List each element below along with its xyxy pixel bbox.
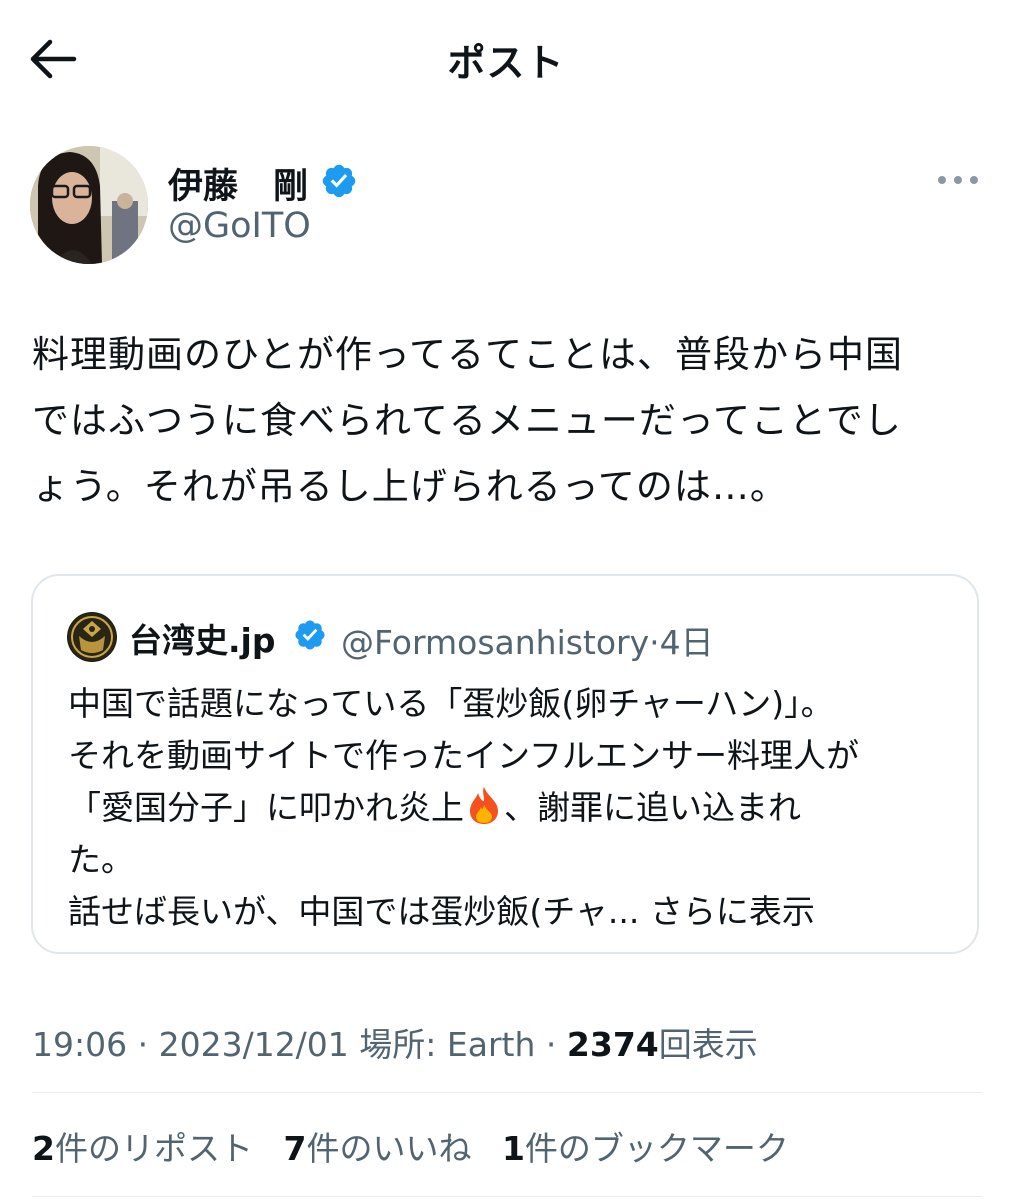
bookmarks-count: 1 <box>501 1129 525 1168</box>
post-text-line: 料理動画のひとが作ってるてことは、普段から中国 <box>32 333 904 376</box>
post-author: 伊藤 剛 @GoITO <box>0 140 1012 270</box>
author-name[interactable]: 伊藤 剛 <box>168 158 308 209</box>
post-text-line: ょう。それが吊るし上げられるってのは…。 <box>32 465 788 508</box>
more-horizontal-icon[interactable] <box>936 170 980 190</box>
quoted-text-line: 話せば長いが、中国では蛋炒飯(チャ... さらに表示 <box>68 886 948 938</box>
post-time[interactable]: 19:06 <box>32 1025 127 1064</box>
post-meta: 19:06 · 2023/12/01 場所: Earth · 2374回表示 <box>32 1018 758 1066</box>
verified-badge-icon <box>295 620 325 650</box>
reposts-count: 2 <box>32 1129 55 1168</box>
top-bar: ポスト <box>0 0 1012 118</box>
likes-count: 7 <box>283 1129 307 1168</box>
likes-stat[interactable]: 7件のいいね <box>283 1129 471 1168</box>
post-text-line: ではふつうに食べられてるメニューだってことでし <box>32 399 902 442</box>
show-more-link[interactable]: さらに表示 <box>650 892 815 931</box>
view-count-label: 回表示 <box>658 1025 758 1064</box>
quoted-text-line: た。 <box>68 840 134 879</box>
divider <box>32 1196 982 1197</box>
bookmarks-stat[interactable]: 1件のブックマーク <box>502 1129 789 1168</box>
crest-logo-icon <box>68 613 116 661</box>
quoted-post-text: 中国で話題になっている「蛋炒飯(卵チャーハン)」。 それを動画サイトで作ったイン… <box>68 678 948 938</box>
quoted-post-card[interactable]: 台湾史.jp @Formosanhistory·4日 中国で話題になっている「蛋… <box>31 574 979 954</box>
fire-emoji-icon <box>464 785 504 825</box>
quoted-text-segment: 「愛国分子」に叩かれ炎上 <box>68 788 464 827</box>
meta-separator: · <box>649 623 660 662</box>
quoted-text-line: 「愛国分子」に叩かれ炎上 、謝罪に追い込まれ <box>68 782 948 834</box>
reposts-stat[interactable]: 2件のリポスト <box>32 1129 253 1168</box>
author-handle[interactable]: @GoITO <box>168 206 311 246</box>
author-avatar[interactable] <box>30 146 148 264</box>
quoted-author-handle: @Formosanhistory <box>341 623 650 662</box>
quoted-post-time: 4日 <box>659 623 714 662</box>
reposts-label: 件のリポスト <box>54 1129 253 1168</box>
verified-badge-icon <box>322 164 356 198</box>
avatar-photo <box>30 146 148 264</box>
divider <box>32 1092 982 1093</box>
view-count: 2374 <box>566 1025 659 1064</box>
likes-label: 件のいいね <box>306 1129 472 1168</box>
meta-separator: · <box>127 1025 159 1064</box>
quoted-text-line: 中国で話題になっている「蛋炒飯(卵チャーハン)」。 <box>68 684 834 723</box>
quoted-author-avatar <box>67 612 117 662</box>
bookmarks-label: 件のブックマーク <box>524 1129 789 1168</box>
meta-separator: · <box>535 1025 567 1064</box>
quoted-author-meta: @Formosanhistory·4日 <box>341 616 714 664</box>
quoted-text-line: それを動画サイトで作ったインフルエンサー料理人が <box>68 736 860 775</box>
post-date[interactable]: 2023/12/01 <box>159 1025 349 1064</box>
location-label: 場所: <box>348 1025 447 1064</box>
page-title: ポスト <box>447 41 565 85</box>
post-text: 料理動画のひとが作ってるてことは、普段から中国 ではふつうに食べられてるメニュー… <box>32 322 987 520</box>
post-location: Earth <box>446 1025 536 1064</box>
quoted-text-segment: 話せば長いが、中国では蛋炒飯(チャ... <box>68 892 640 931</box>
engagement-stats: 2件のリポスト 7件のいいね 1件のブックマーク <box>32 1122 809 1170</box>
quoted-author-name: 台湾史.jp <box>129 621 276 660</box>
quoted-text-segment: 、謝罪に追い込まれ <box>504 788 801 827</box>
